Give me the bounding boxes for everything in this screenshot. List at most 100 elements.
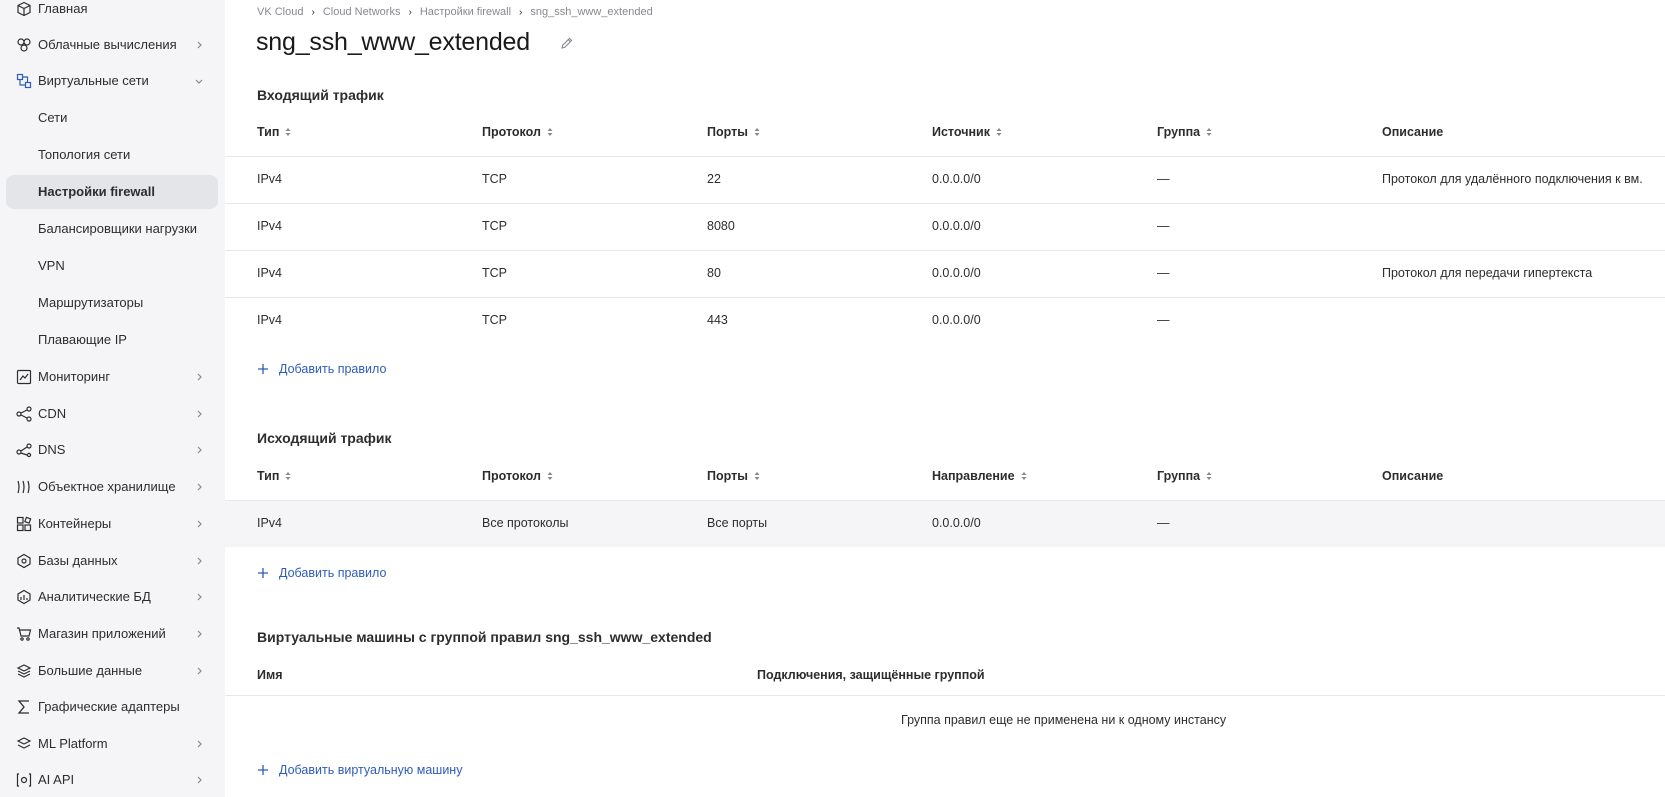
sidebar-item-dns[interactable]: DNS bbox=[6, 433, 218, 467]
sidebar-item-gpu[interactable]: Графические адаптеры bbox=[6, 690, 218, 724]
sidebar-item-cdn[interactable]: CDN bbox=[6, 397, 218, 431]
containers-icon bbox=[16, 516, 32, 532]
outbound-header-ports[interactable]: Порты bbox=[707, 469, 761, 483]
cell-type: IPv4 bbox=[257, 266, 283, 280]
sidebar-item-object-storage[interactable]: Объектное хранилище bbox=[6, 470, 218, 504]
inbound-header-ports[interactable]: Порты bbox=[707, 125, 761, 139]
sort-icon bbox=[285, 472, 291, 480]
chevron-right-icon bbox=[197, 776, 202, 784]
inbound-header-source[interactable]: Источник bbox=[932, 125, 1003, 139]
sidebar-item-home[interactable]: Главная bbox=[6, 0, 218, 26]
outbound-header-type[interactable]: Тип bbox=[257, 469, 292, 483]
cell-protocol: TCP bbox=[482, 266, 507, 280]
outbound-header-group[interactable]: Группа bbox=[1157, 469, 1213, 483]
sidebar-item-topology[interactable]: Топология сети bbox=[6, 138, 218, 172]
sidebar-item-routers[interactable]: Маршрутизаторы bbox=[6, 286, 218, 320]
table-row[interactable]: IPv4 Все протоколы Все порты 0.0.0.0/0 — bbox=[225, 500, 1665, 547]
sidebar-item-networks[interactable]: Сети bbox=[6, 101, 218, 135]
outbound-header-protocol[interactable]: Протокол bbox=[482, 469, 554, 483]
breadcrumb-vk-cloud[interactable]: VK Cloud bbox=[257, 6, 303, 18]
sigma-icon bbox=[17, 700, 29, 714]
cell-group: — bbox=[1157, 313, 1170, 327]
header-label: Порты bbox=[707, 125, 748, 139]
header-label: Группа bbox=[1157, 125, 1201, 139]
sidebar-item-load-balancers[interactable]: Балансировщики нагрузки bbox=[6, 212, 218, 246]
sidebar-item-label: Главная bbox=[38, 1, 88, 16]
add-vm-button[interactable]: Добавить виртуальную машину bbox=[257, 763, 462, 777]
sidebar-item-ai-api[interactable]: AI API bbox=[6, 763, 218, 797]
sidebar: Главная Облачные вычисления Виртуальные … bbox=[0, 0, 225, 797]
add-outbound-rule-button[interactable]: Добавить правило bbox=[257, 566, 386, 580]
cell-ports: Все порты bbox=[707, 516, 768, 530]
cell-group: — bbox=[1157, 266, 1170, 280]
breadcrumb: VK Cloud › Cloud Networks › Настройки fi… bbox=[257, 6, 653, 18]
breadcrumb-firewall-settings[interactable]: Настройки firewall bbox=[420, 6, 511, 18]
ai-api-icon bbox=[16, 773, 32, 787]
header-label: Подключения, защищённые группой bbox=[757, 668, 985, 682]
inbound-traffic-title: Входящий трафик bbox=[257, 87, 384, 103]
sidebar-item-label: Мониторинг bbox=[38, 369, 111, 384]
chevron-right-icon bbox=[197, 630, 202, 638]
sidebar-item-ml-platform[interactable]: ML Platform bbox=[6, 727, 218, 761]
sidebar-item-databases[interactable]: Базы данных bbox=[6, 544, 218, 578]
sidebar-item-vpn[interactable]: VPN bbox=[6, 249, 218, 283]
sidebar-item-analytics-db[interactable]: Аналитические БД bbox=[6, 580, 218, 614]
sort-icon bbox=[1206, 472, 1212, 480]
header-label: Тип bbox=[257, 469, 280, 483]
chevron-right-icon bbox=[197, 41, 202, 49]
sort-icon bbox=[1021, 472, 1027, 480]
cell-direction: 0.0.0.0/0 bbox=[932, 516, 981, 530]
cube-icon bbox=[17, 1, 31, 17]
sidebar-item-label: Плавающие IP bbox=[38, 332, 127, 347]
chevron-right-icon bbox=[197, 373, 202, 381]
sidebar-item-firewall-settings[interactable]: Настройки firewall bbox=[6, 175, 218, 209]
chart-icon bbox=[16, 369, 32, 385]
sidebar-item-label: Аналитические БД bbox=[38, 589, 151, 604]
cell-description: Протокол для удалённого подключения к вм… bbox=[1382, 172, 1643, 186]
cell-description: Протокол для передачи гипертекста bbox=[1382, 266, 1593, 280]
table-row[interactable]: IPv4 TCP 80 0.0.0.0/0 — Протокол для пер… bbox=[225, 250, 1665, 297]
header-label: Порты bbox=[707, 469, 748, 483]
outbound-header-description: Описание bbox=[1382, 469, 1443, 483]
sidebar-item-label: Графические адаптеры bbox=[38, 699, 180, 714]
cell-ports: 8080 bbox=[707, 219, 735, 233]
main-content: VK Cloud › Cloud Networks › Настройки fi… bbox=[225, 0, 1665, 797]
vms-section-title: Виртуальные машины с группой правил sng_… bbox=[257, 629, 712, 645]
inbound-header-description: Описание bbox=[1382, 125, 1443, 139]
cloud-compute-icon bbox=[17, 38, 31, 52]
inbound-header-group[interactable]: Группа bbox=[1157, 125, 1213, 139]
cell-source: 0.0.0.0/0 bbox=[932, 266, 981, 280]
header-label: Имя bbox=[257, 668, 283, 682]
sidebar-item-cloud-compute[interactable]: Облачные вычисления bbox=[6, 28, 218, 62]
sidebar-item-monitoring[interactable]: Мониторинг bbox=[6, 360, 218, 394]
table-row[interactable]: IPv4 TCP 443 0.0.0.0/0 — bbox=[225, 297, 1665, 344]
sidebar-item-big-data[interactable]: Большие данные bbox=[6, 654, 218, 688]
cart-icon bbox=[17, 627, 32, 641]
sidebar-item-virtual-networks[interactable]: Виртуальные сети bbox=[6, 64, 218, 98]
breadcrumb-cloud-networks[interactable]: Cloud Networks bbox=[323, 6, 401, 18]
table-row[interactable]: IPv4 TCP 8080 0.0.0.0/0 — bbox=[225, 203, 1665, 250]
table-row[interactable]: IPv4 TCP 22 0.0.0.0/0 — Протокол для уда… bbox=[225, 156, 1665, 203]
vms-empty-row: Группа правил еще не применена ни к одно… bbox=[225, 695, 1665, 739]
layers-icon bbox=[16, 664, 32, 678]
chevron-right-icon bbox=[197, 520, 202, 528]
outbound-header-direction[interactable]: Направление bbox=[932, 469, 1028, 483]
sort-icon bbox=[285, 128, 291, 136]
sidebar-item-app-store[interactable]: Магазин приложений bbox=[6, 617, 218, 651]
header-label: Описание bbox=[1382, 125, 1444, 139]
plus-icon bbox=[258, 568, 268, 578]
pencil-icon[interactable] bbox=[560, 36, 574, 50]
sidebar-item-label: Настройки firewall bbox=[38, 184, 155, 199]
sidebar-item-label: Сети bbox=[38, 110, 68, 125]
plus-icon bbox=[258, 364, 268, 374]
chevron-right-icon bbox=[197, 446, 202, 454]
cell-protocol: TCP bbox=[482, 172, 507, 186]
sidebar-item-floating-ip[interactable]: Плавающие IP bbox=[6, 323, 218, 357]
inbound-header-protocol[interactable]: Протокол bbox=[482, 125, 554, 139]
inbound-header-type[interactable]: Тип bbox=[257, 125, 292, 139]
breadcrumb-separator: › bbox=[519, 6, 523, 18]
sidebar-item-containers[interactable]: Контейнеры bbox=[6, 507, 218, 541]
sidebar-item-label: Виртуальные сети bbox=[38, 73, 149, 88]
add-rule-label: Добавить правило bbox=[279, 566, 387, 580]
add-inbound-rule-button[interactable]: Добавить правило bbox=[257, 362, 386, 376]
